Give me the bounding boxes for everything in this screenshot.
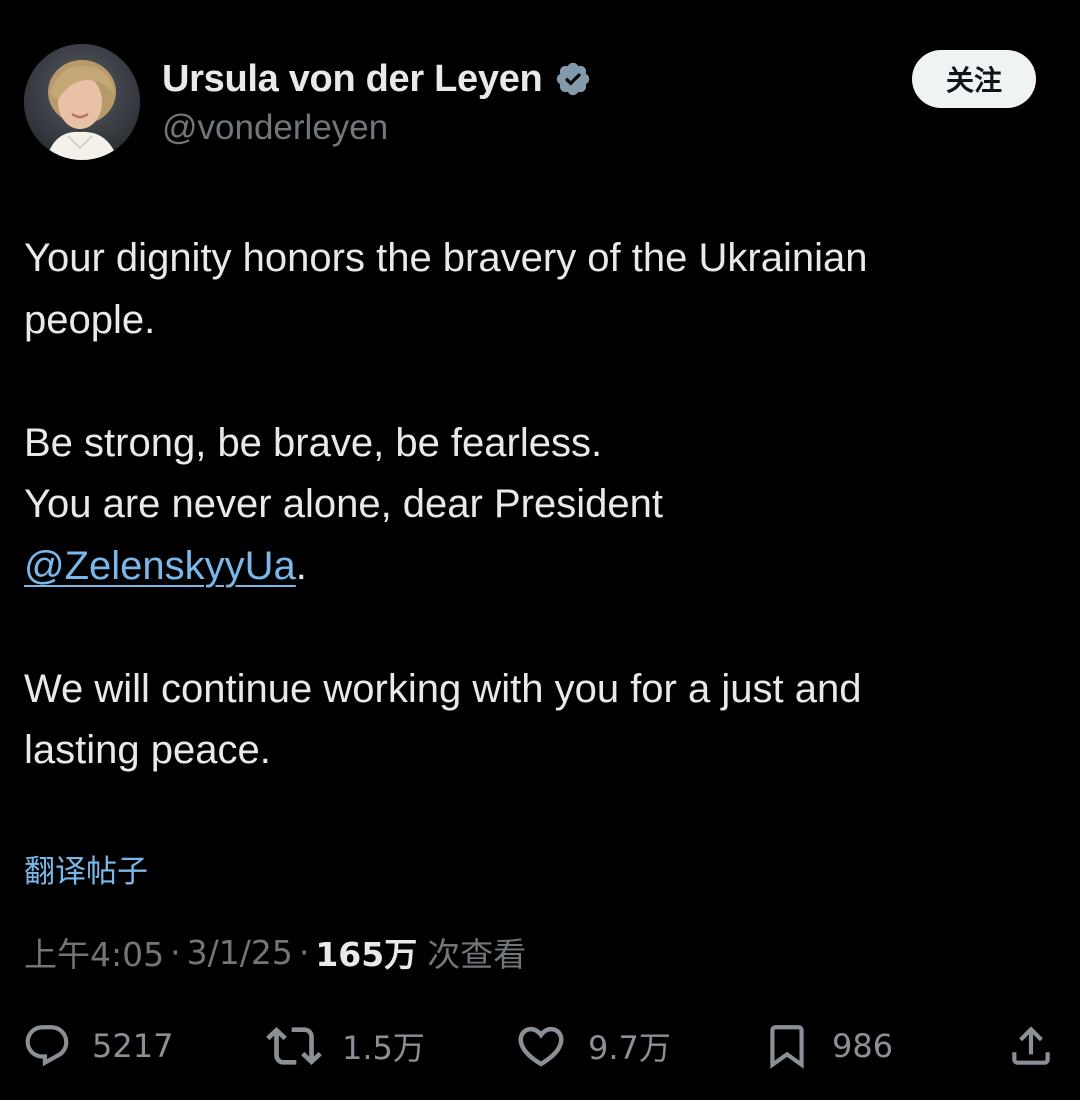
post-header: Ursula von der Leyen @vonderleyen 关注 xyxy=(0,0,1080,180)
post-meta: 上午4:05 · 3/1/25 · 165万 次查看 xyxy=(24,928,526,976)
repost-icon xyxy=(266,1018,322,1074)
reply-button[interactable]: 5217 xyxy=(22,1018,173,1074)
translate-post-link[interactable]: 翻译帖子 xyxy=(24,846,148,891)
action-bar: 5217 1.5万 9.7万 986 xyxy=(0,1018,1080,1074)
post-date[interactable]: 3/1/25 xyxy=(187,933,293,972)
author-display-name[interactable]: Ursula von der Leyen xyxy=(162,58,543,101)
author-handle[interactable]: @vonderleyen xyxy=(162,108,388,148)
post-text-line: Your dignity honors the bravery of the U… xyxy=(24,236,868,280)
bookmark-button[interactable]: 986 xyxy=(762,1018,893,1074)
reply-icon xyxy=(22,1021,72,1071)
like-button[interactable]: 9.7万 xyxy=(514,1018,671,1074)
post-text-line: We will continue working with you for a … xyxy=(24,666,862,711)
post-text-line: people. xyxy=(24,297,156,342)
share-icon xyxy=(1006,1020,1056,1072)
author-name-row: Ursula von der Leyen xyxy=(162,56,592,102)
post-text: Your dignity honors the bravery of the U… xyxy=(24,228,1044,782)
bookmark-count: 986 xyxy=(832,1027,894,1065)
repost-count: 1.5万 xyxy=(342,1029,425,1067)
mention-line: @ZelenskyyUa. xyxy=(24,536,1044,598)
share-button[interactable] xyxy=(1006,1018,1056,1074)
post-text-line: lasting peace. xyxy=(24,728,271,772)
meta-separator: · xyxy=(170,932,181,972)
views-label[interactable]: 次查看 xyxy=(427,928,526,976)
author-avatar[interactable] xyxy=(24,44,140,160)
follow-button[interactable]: 关注 xyxy=(912,50,1036,108)
repost-button[interactable]: 1.5万 xyxy=(266,1018,425,1074)
reply-count: 5217 xyxy=(92,1027,174,1065)
views-count[interactable]: 165万 xyxy=(315,928,417,976)
mention-link[interactable]: @ZelenskyyUa xyxy=(24,544,296,588)
mention-suffix: . xyxy=(295,543,307,588)
post-text-line: Be strong, be brave, be fearless. xyxy=(24,420,603,465)
bookmark-icon xyxy=(762,1020,812,1072)
post-text-line: You are never alone, dear President xyxy=(24,482,663,526)
like-count: 9.7万 xyxy=(588,1029,671,1067)
post-time[interactable]: 上午4:05 xyxy=(24,928,164,976)
verified-badge-icon[interactable] xyxy=(554,60,592,98)
heart-icon xyxy=(514,1019,568,1073)
meta-separator: · xyxy=(298,932,310,972)
